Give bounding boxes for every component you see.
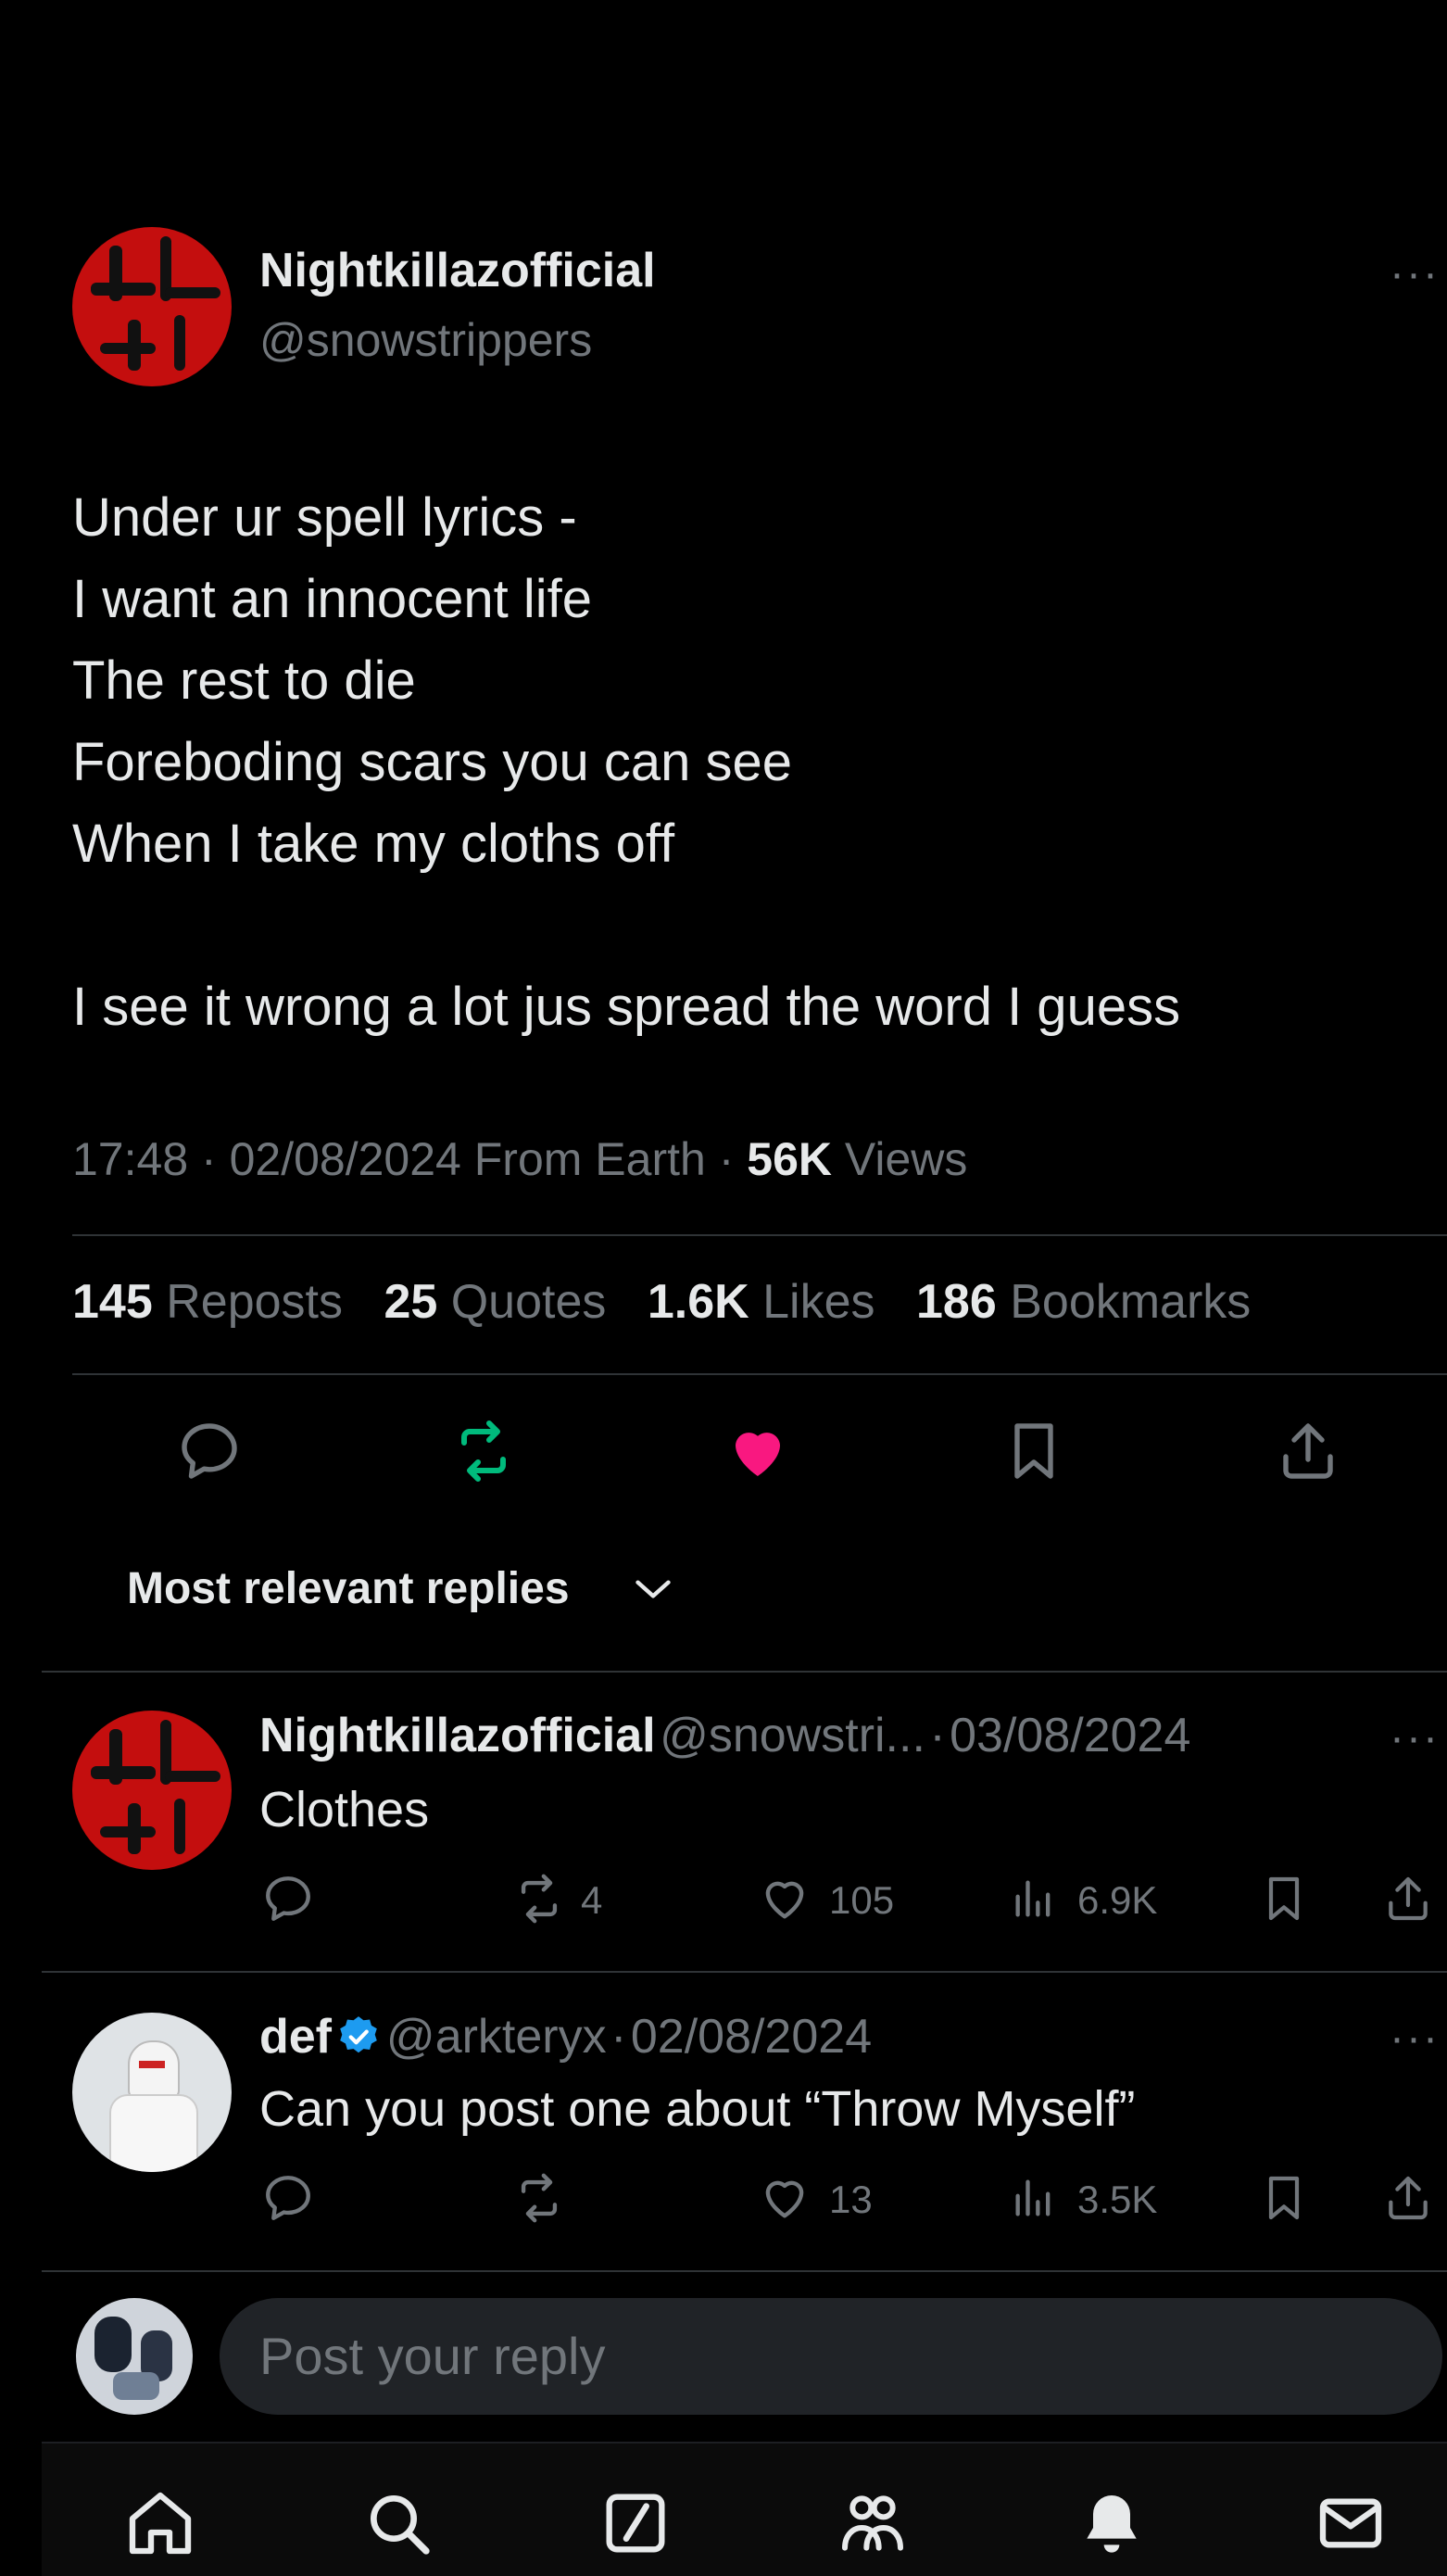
repost-icon[interactable] [448, 1418, 519, 1484]
messages-icon[interactable] [1314, 2486, 1388, 2560]
reply-header: def @arkteryx · 02/08/2024 [259, 2009, 872, 2065]
home-icon[interactable] [123, 2486, 197, 2560]
reply-author-handle[interactable]: @arkteryx [386, 2010, 607, 2064]
repost-icon[interactable] [511, 2171, 567, 2225]
views-label: Views [844, 1133, 968, 1185]
reply-text: Clothes [259, 1782, 430, 1837]
share-icon[interactable] [1382, 2169, 1434, 2227]
divider [72, 1234, 1447, 1236]
share-icon[interactable] [1275, 1416, 1341, 1486]
reply-view-count: 3.5K [1077, 2178, 1158, 2221]
likes-stat[interactable]: 1.6K Likes [648, 1275, 875, 1329]
separator: · [201, 1133, 217, 1185]
chevron-down-icon[interactable] [633, 1575, 673, 1603]
reply-view-count: 6.9K [1077, 1878, 1158, 1922]
search-icon[interactable] [361, 2486, 435, 2560]
divider [42, 1671, 1447, 1673]
bookmark-icon[interactable] [1258, 1870, 1310, 1927]
bookmark-icon[interactable] [1258, 2169, 1310, 2227]
notifications-icon[interactable] [1075, 2486, 1149, 2560]
post-date: 02/08/2024 [229, 1133, 461, 1185]
like-icon[interactable] [758, 2171, 812, 2225]
post-location: From Earth [473, 1133, 706, 1185]
divider [42, 1971, 1447, 1973]
reply-author-name[interactable]: def [259, 2010, 332, 2064]
reply-date[interactable]: 02/08/2024 [631, 2010, 872, 2064]
my-avatar[interactable] [76, 2298, 193, 2415]
reply-repost-count: 4 [581, 1878, 603, 1922]
reposts-stat[interactable]: 145 Reposts [72, 1275, 343, 1329]
like-icon[interactable] [758, 1872, 812, 1926]
reply-icon[interactable] [261, 1872, 315, 1926]
reply-icon[interactable] [176, 1418, 243, 1484]
bottom-tab-bar [42, 2442, 1447, 2576]
communities-icon[interactable] [836, 2486, 910, 2560]
more-icon[interactable]: ··· [1390, 248, 1440, 299]
reply-avatar[interactable] [72, 2013, 232, 2172]
author-handle[interactable]: @snowstrippers [259, 313, 592, 367]
post-stats: 145 Reposts 25 Quotes 1.6K Likes 186 Boo… [72, 1274, 1278, 1330]
like-icon[interactable] [724, 1418, 791, 1484]
author-name[interactable]: Nightkillazofficial [259, 243, 656, 298]
reply-text: Can you post one about “Throw Myself” [259, 2081, 1136, 2137]
bookmarks-stat[interactable]: 186 Bookmarks [916, 1275, 1251, 1329]
reply-header: Nightkillazofficial @snowstri... · 03/08… [259, 1708, 1190, 1763]
separator: · [610, 2010, 627, 2064]
views-icon[interactable] [1010, 1872, 1058, 1926]
divider [42, 2270, 1447, 2272]
views-icon[interactable] [1010, 2171, 1058, 2225]
separator: · [929, 1709, 946, 1762]
divider [72, 1373, 1447, 1375]
reply-like-count: 13 [829, 2178, 873, 2221]
repost-icon[interactable] [511, 1872, 567, 1926]
reply-icon[interactable] [261, 2171, 315, 2225]
reply-avatar[interactable] [72, 1711, 232, 1870]
grok-icon[interactable] [598, 2486, 673, 2560]
share-icon[interactable] [1382, 1870, 1434, 1927]
reply-date[interactable]: 03/08/2024 [950, 1709, 1190, 1762]
reply-like-count: 105 [829, 1878, 895, 1922]
post-time: 17:48 [72, 1133, 189, 1185]
quotes-stat[interactable]: 25 Quotes [384, 1275, 606, 1329]
more-icon[interactable]: ··· [1390, 1712, 1440, 1763]
replies-sort-label[interactable]: Most relevant replies [127, 1563, 570, 1614]
reply-input-placeholder: Post your reply [259, 2327, 606, 2385]
author-avatar[interactable] [72, 227, 232, 386]
views-count: 56K [747, 1133, 833, 1185]
more-icon[interactable]: ··· [1390, 2013, 1440, 2064]
verified-badge-icon [340, 2016, 378, 2053]
post-text: Under ur spell lyrics - I want an innoce… [72, 487, 1181, 1037]
separator: · [718, 1133, 735, 1185]
reply-author-handle[interactable]: @snowstri... [660, 1709, 925, 1762]
post-meta: 17:48 · 02/08/2024 From Earth · 56K View… [72, 1132, 967, 1186]
bookmark-icon[interactable] [1000, 1416, 1067, 1486]
reply-author-name[interactable]: Nightkillazofficial [259, 1709, 656, 1762]
